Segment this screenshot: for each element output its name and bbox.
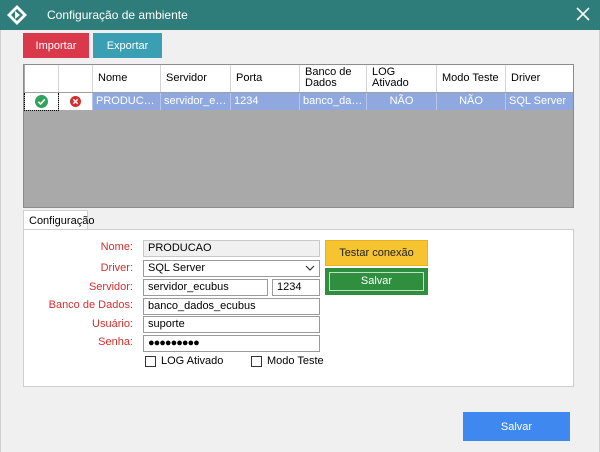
delete-cell[interactable] [58,92,93,110]
cell-servidor[interactable]: servidor_ecubus [160,92,231,110]
cell-log[interactable]: NÃO [366,92,437,110]
log-checkbox[interactable] [145,356,156,367]
nome-field[interactable]: PRODUCAO [143,240,320,257]
senha-field[interactable]: ●●●●●●●●● [143,335,320,352]
save-config-button-label: Salvar [329,272,424,291]
tab-configuracao[interactable]: Configuração [23,210,94,230]
banco-label: Banco de Dados: [48,299,133,311]
column-header-delete[interactable] [58,65,93,93]
column-header-banco[interactable]: Banco de Dados [299,65,367,93]
driver-select-value: SQL Server [148,262,206,274]
column-header-active[interactable] [24,65,59,93]
environments-grid[interactable]: Nome Servidor Porta Banco de Dados LOG A… [23,64,574,208]
window-title: Configuração de ambiente [47,8,188,22]
chevron-down-icon [305,265,315,271]
column-header-log[interactable]: LOG Ativado [366,65,437,93]
test-connection-button[interactable]: Testar conexão [325,240,428,266]
cell-banco[interactable]: banco_dados_ecubus [299,92,367,110]
close-icon[interactable] [574,5,592,23]
grid-header-row: Nome Servidor Porta Banco de Dados LOG A… [24,65,573,93]
column-header-porta[interactable]: Porta [230,65,300,93]
active-cell[interactable] [24,91,59,111]
modo-teste-checkbox[interactable] [251,356,262,367]
title-bar: Configuração de ambiente [0,0,600,30]
app-logo-icon [7,5,27,25]
nome-label: Nome: [100,241,133,253]
column-header-servidor[interactable]: Servidor [160,65,231,93]
save-config-button[interactable]: Salvar [325,268,428,295]
senha-label: Senha: [98,336,133,348]
driver-select[interactable]: SQL Server [143,260,320,277]
column-header-nome[interactable]: Nome [92,65,161,93]
modo-teste-checkbox-label[interactable]: Modo Teste [267,355,324,367]
check-circle-icon[interactable] [35,94,48,108]
cell-porta[interactable]: 1234 [230,92,300,110]
cell-modo-teste[interactable]: NÃO [436,92,506,110]
servidor-label: Servidor: [88,281,133,293]
column-header-modo-teste[interactable]: Modo Teste [436,65,506,93]
table-row[interactable]: PRODUCAO servidor_ecubus 1234 banco_dado… [24,91,573,111]
remove-circle-icon[interactable] [70,95,81,107]
log-checkbox-label[interactable]: LOG Ativado [161,355,223,367]
usuario-label: Usuário: [92,318,133,330]
cell-nome[interactable]: PRODUCAO [92,92,161,110]
porta-field[interactable]: 1234 [272,279,320,296]
driver-label: Driver: [100,262,133,274]
usuario-field[interactable]: suporte [143,316,320,333]
save-button[interactable]: Salvar [463,412,570,441]
banco-field[interactable]: banco_dados_ecubus [143,298,320,315]
column-header-driver[interactable]: Driver [505,65,573,93]
cell-driver[interactable]: SQL Server [505,92,573,110]
import-button[interactable]: Importar [23,33,89,58]
servidor-field[interactable]: servidor_ecubus [143,279,268,296]
export-button[interactable]: Exportar [93,33,162,58]
